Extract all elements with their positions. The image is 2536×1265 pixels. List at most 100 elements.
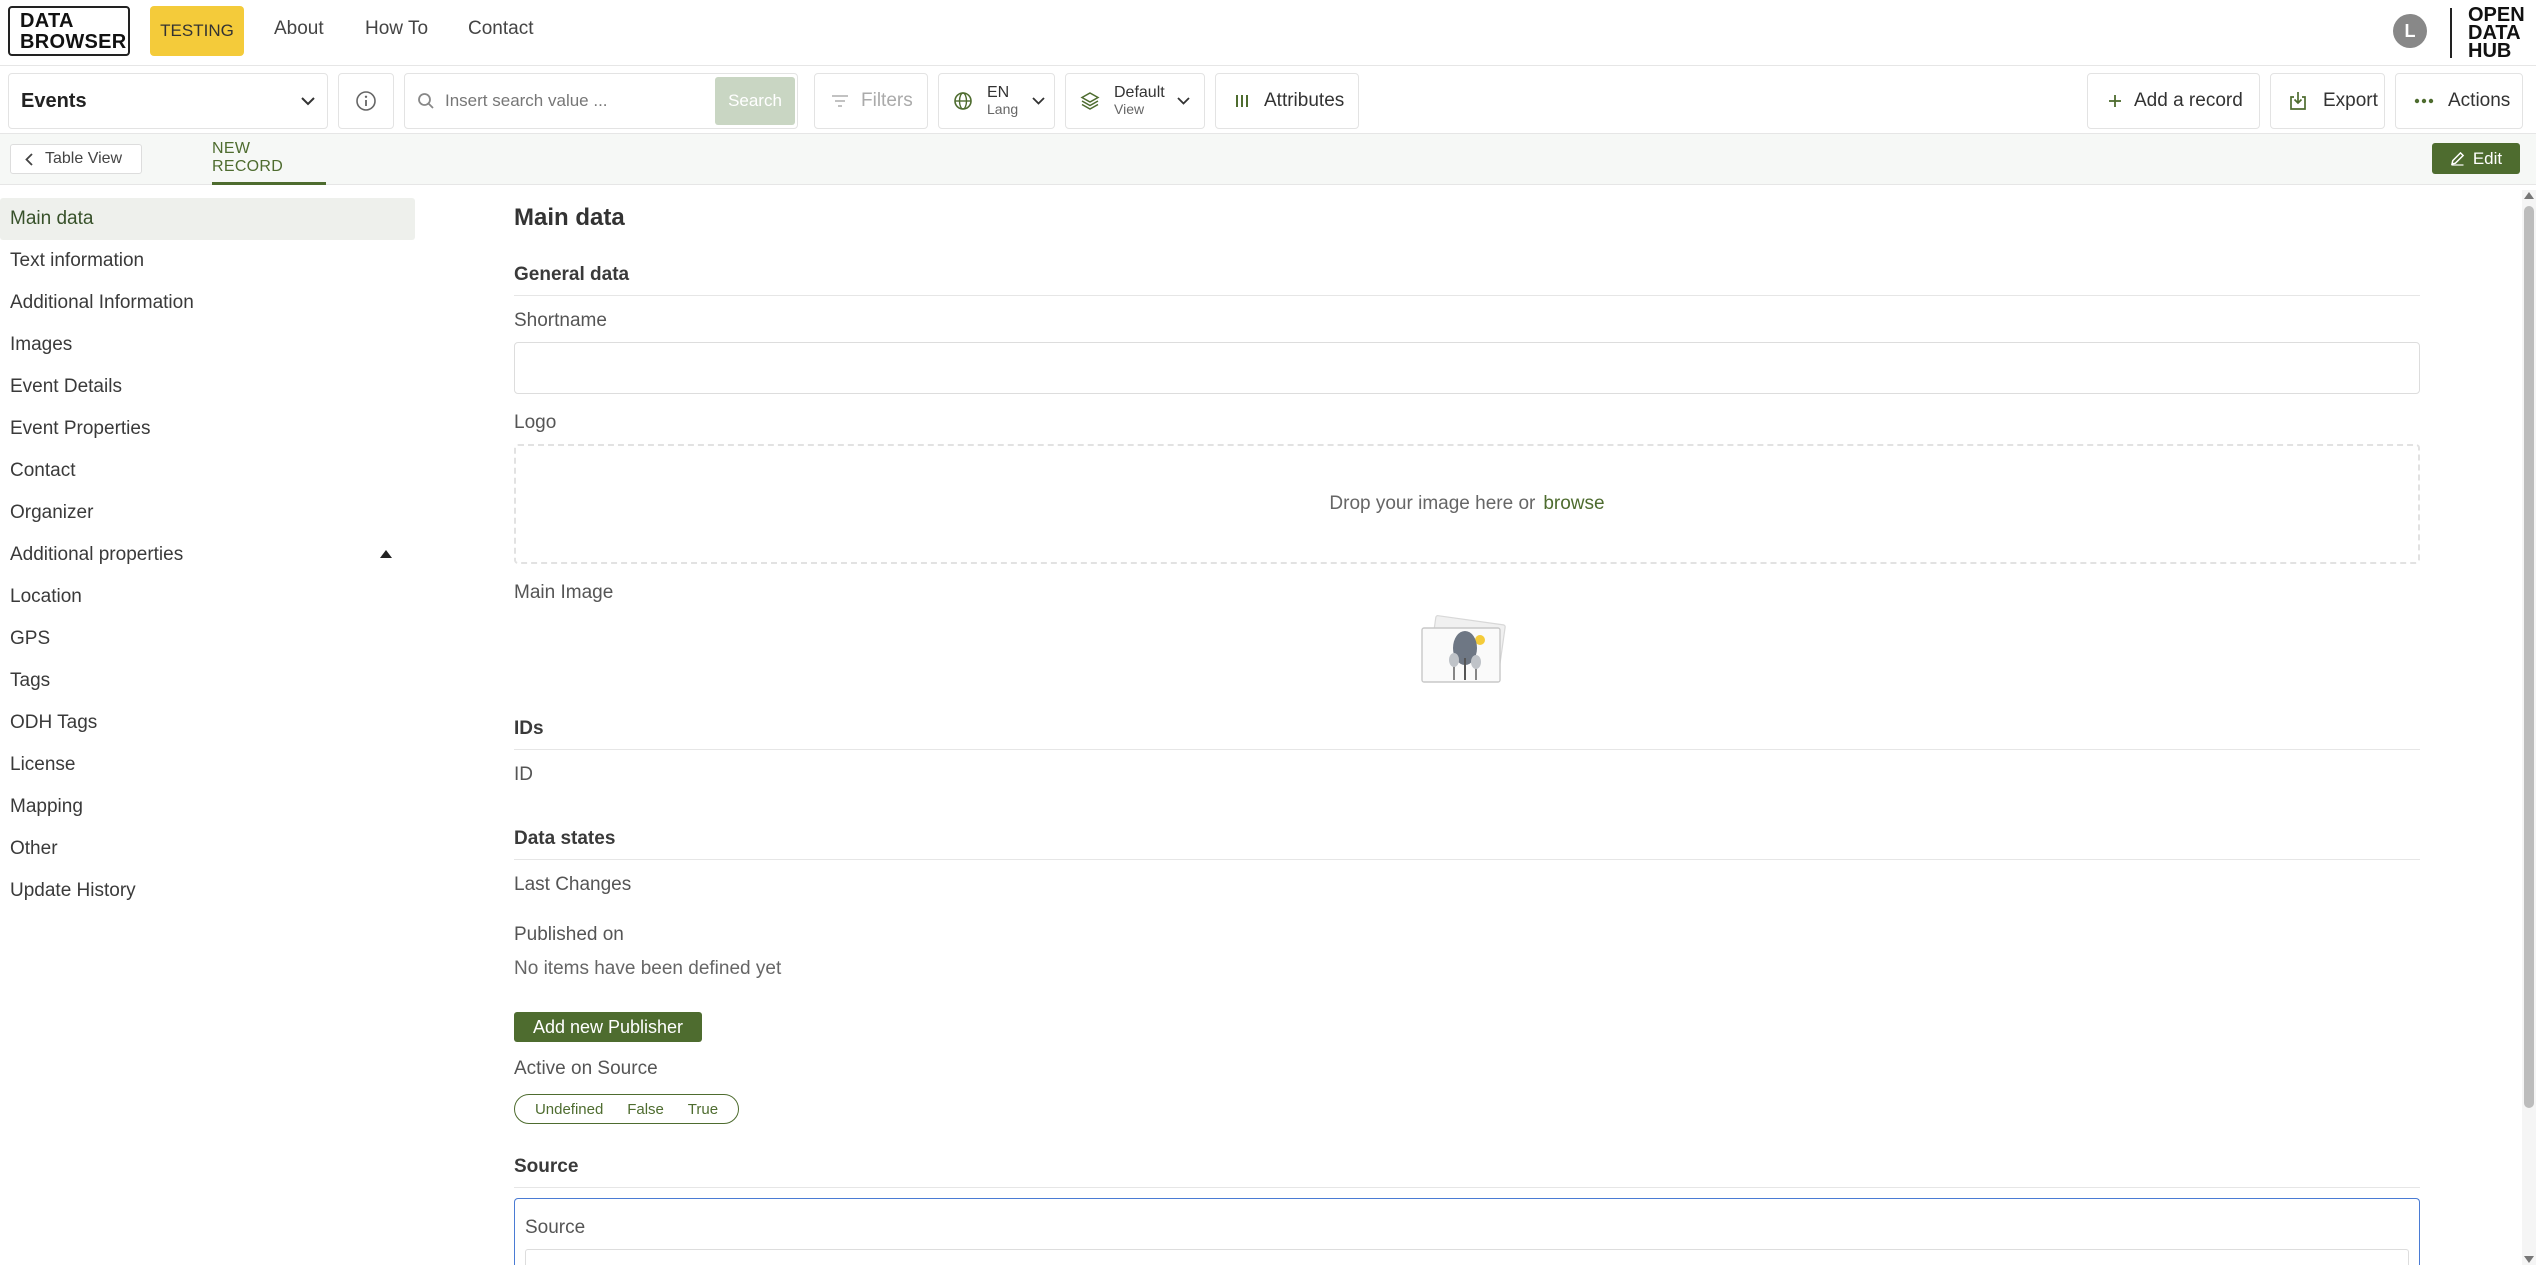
export-label: Export: [2323, 90, 2378, 111]
section-sidebar: Main data Text information Additional In…: [0, 198, 415, 912]
active-on-source-label: Active on Source: [514, 1058, 658, 1079]
logo-dropzone[interactable]: Drop your image here or browse: [514, 444, 2420, 564]
sidebar-item-label: Event Properties: [10, 418, 151, 439]
main-image-label: Main Image: [514, 582, 614, 603]
sidebar-item-update-history[interactable]: Update History: [0, 870, 415, 912]
image-placeholder-icon: [1418, 612, 1510, 686]
source-field-card[interactable]: Source: [514, 1198, 2420, 1265]
dropzone-text: Drop your image here or: [1329, 493, 1536, 514]
sidebar-item-tags[interactable]: Tags: [0, 660, 415, 702]
top-navbar: DATA BROWSER TESTING About How To Contac…: [0, 0, 2536, 66]
toolbar: Events Insert search value ... Search Fi…: [0, 66, 2536, 134]
pencil-icon: [2450, 151, 2465, 166]
caret-up-icon[interactable]: [380, 550, 392, 558]
sidebar-item-license[interactable]: License: [0, 744, 415, 786]
sidebar-item-label: Text information: [10, 250, 145, 271]
sidebar-item-text-information[interactable]: Text information: [0, 240, 415, 282]
chevron-left-icon: [25, 152, 33, 166]
sidebar-item-additional-properties[interactable]: Additional properties: [0, 534, 415, 576]
attributes-button[interactable]: Attributes: [1215, 73, 1359, 129]
browse-link[interactable]: browse: [1543, 493, 1604, 515]
nav-contact[interactable]: Contact: [468, 18, 533, 40]
toggle-option-undefined[interactable]: Undefined: [535, 1101, 603, 1118]
scroll-up-arrow-icon[interactable]: [2524, 192, 2534, 199]
plus-icon: [2108, 94, 2122, 108]
id-label: ID: [514, 764, 533, 785]
shortname-input[interactable]: [514, 342, 2420, 394]
section-heading-general-data: General data: [514, 264, 2420, 296]
toggle-option-false[interactable]: False: [627, 1101, 664, 1118]
sidebar-item-additional-information[interactable]: Additional Information: [0, 282, 415, 324]
last-changes-label: Last Changes: [514, 874, 632, 895]
columns-icon: [1234, 93, 1250, 109]
actions-button[interactable]: Actions: [2395, 73, 2523, 129]
sidebar-item-other[interactable]: Other: [0, 828, 415, 870]
brand-line3: HUB: [2468, 40, 2512, 62]
section-heading-data-states: Data states: [514, 828, 2420, 860]
sidebar-item-label: Additional Information: [10, 292, 194, 313]
filters-button[interactable]: Filters: [814, 73, 928, 129]
data-browser-logo[interactable]: DATA BROWSER: [8, 6, 130, 56]
sidebar-item-label: Other: [10, 838, 58, 859]
sidebar-item-label: GPS: [10, 628, 51, 649]
brand-divider: [2450, 8, 2452, 58]
sidebar-item-organizer[interactable]: Organizer: [0, 492, 415, 534]
back-label: Table View: [45, 150, 123, 167]
dataset-select-value: Events: [21, 89, 87, 112]
view-value: Default: [1114, 84, 1165, 101]
sidebar-item-contact[interactable]: Contact: [0, 450, 415, 492]
toggle-option-true[interactable]: True: [688, 1101, 718, 1118]
scrollbar-thumb[interactable]: [2524, 206, 2534, 1108]
sidebar-item-event-details[interactable]: Event Details: [0, 366, 415, 408]
sidebar-item-odh-tags[interactable]: ODH Tags: [0, 702, 415, 744]
logo-line1: DATA: [20, 10, 74, 32]
filter-icon: [831, 94, 849, 108]
source-select[interactable]: [525, 1249, 2409, 1265]
chevron-down-icon: [1177, 97, 1190, 105]
add-record-button[interactable]: Add a record: [2087, 73, 2260, 129]
layers-icon: [1080, 91, 1100, 111]
language-caption: Lang: [987, 101, 1019, 117]
sidebar-item-mapping[interactable]: Mapping: [0, 786, 415, 828]
sidebar-item-label: Main data: [10, 208, 94, 229]
sidebar-item-gps[interactable]: GPS: [0, 618, 415, 660]
testing-badge: TESTING: [150, 6, 244, 56]
info-button[interactable]: [338, 73, 394, 129]
search-input[interactable]: Insert search value ...: [445, 91, 608, 111]
back-to-table-button[interactable]: Table View: [10, 144, 142, 174]
info-icon: [355, 90, 377, 112]
scroll-down-arrow-icon[interactable]: [2524, 1256, 2534, 1263]
language-value: EN: [987, 84, 1010, 101]
sidebar-item-label: Mapping: [10, 796, 83, 817]
sidebar-item-label: Update History: [10, 880, 136, 901]
export-button[interactable]: Export: [2270, 73, 2385, 129]
nav-about[interactable]: About: [274, 18, 324, 40]
search-button[interactable]: Search: [715, 77, 795, 125]
sidebar-item-location[interactable]: Location: [0, 576, 415, 618]
logo-line2: BROWSER: [20, 31, 127, 53]
sidebar-item-label: Tags: [10, 670, 51, 691]
language-select[interactable]: EN Lang: [938, 73, 1055, 129]
sidebar-item-main-data[interactable]: Main data: [0, 198, 415, 240]
vertical-scrollbar[interactable]: [2522, 190, 2536, 1265]
download-icon: [2289, 91, 2307, 111]
sidebar-item-event-properties[interactable]: Event Properties: [0, 408, 415, 450]
actions-label: Actions: [2448, 90, 2511, 111]
view-select[interactable]: Default View: [1065, 73, 1205, 129]
sidebar-item-images[interactable]: Images: [0, 324, 415, 366]
view-caption: View: [1114, 101, 1145, 117]
tab-new-record[interactable]: NEW RECORD: [212, 134, 326, 185]
active-on-source-toggle: Undefined False True: [514, 1094, 739, 1124]
edit-button[interactable]: Edit: [2432, 143, 2520, 174]
add-publisher-button[interactable]: Add new Publisher: [514, 1012, 702, 1042]
page-title: Main data: [514, 204, 625, 231]
globe-icon: [953, 91, 973, 111]
open-data-hub-logo[interactable]: OPEN DATA HUB: [2468, 5, 2532, 62]
nav-how-to[interactable]: How To: [365, 18, 428, 40]
sidebar-item-label: Additional properties: [10, 544, 184, 565]
sidebar-item-label: Location: [10, 586, 82, 607]
user-avatar[interactable]: L: [2393, 14, 2427, 48]
dataset-select[interactable]: Events: [8, 73, 328, 129]
more-horizontal-icon: [2414, 98, 2434, 104]
attributes-label: Attributes: [1264, 90, 1345, 111]
